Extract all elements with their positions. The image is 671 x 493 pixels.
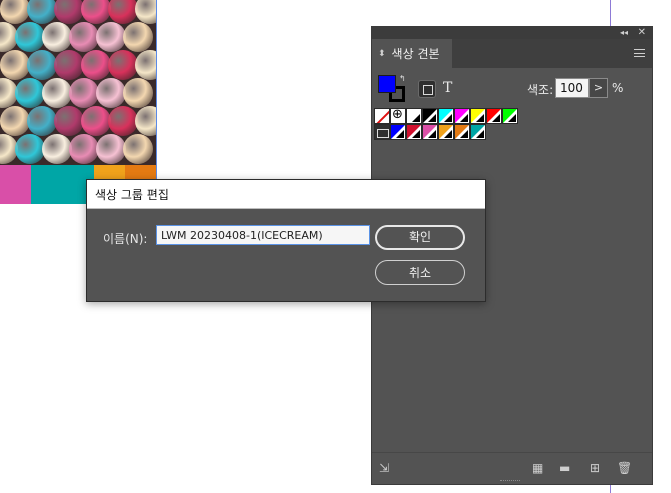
icecream-scoop [42, 78, 72, 108]
swatch-row [374, 108, 518, 124]
tint-label: 색조: [527, 83, 554, 97]
icecream-scoop [15, 22, 45, 52]
icecream-scoop [108, 50, 138, 80]
dark-orange-swatch[interactable] [454, 124, 470, 140]
yellow-swatch[interactable] [470, 108, 486, 124]
crimson-swatch[interactable] [406, 124, 422, 140]
icecream-scoop [0, 106, 30, 136]
icecream-scoop [27, 50, 57, 80]
icecream-scoop [27, 106, 57, 136]
icecream-scoop [135, 106, 156, 136]
red-swatch[interactable] [486, 108, 502, 124]
tab-swatches[interactable]: ⬍ 색상 견본 [372, 39, 452, 68]
tint-unit: % [612, 81, 624, 95]
teal-swatch[interactable] [470, 124, 486, 140]
swap-fill-stroke-icon[interactable]: ↰ [399, 75, 406, 83]
tab-label: 색상 견본 [391, 47, 440, 61]
panel-menu-icon[interactable] [634, 49, 645, 57]
color-stripe [0, 165, 32, 204]
icecream-scoop [0, 0, 30, 24]
paper-swatch[interactable] [406, 108, 422, 124]
dialog-title: 색상 그룹 편집 [95, 187, 169, 202]
icecream-scoop [69, 134, 99, 164]
cyan-swatch[interactable] [438, 108, 454, 124]
panel-footer: ⇲ ▦ ▬ ⊞ 🗑 [372, 452, 652, 484]
swatch-view-icon[interactable]: ▦ [532, 462, 543, 474]
icecream-scoop [27, 0, 57, 24]
icecream-scoop [54, 50, 84, 80]
icecream-scoop [96, 78, 126, 108]
fill-box[interactable] [378, 75, 396, 93]
swatch-row [374, 124, 518, 140]
close-icon[interactable]: ✕ [638, 27, 646, 38]
pink-swatch[interactable] [422, 124, 438, 140]
color-group-folder[interactable] [374, 124, 390, 140]
frame-edge-guide [156, 0, 157, 204]
icecream-scoop [135, 0, 156, 24]
collapse-panel-icon[interactable]: ◂◂ [620, 28, 628, 38]
new-color-group-folder-icon[interactable]: ▬ [559, 462, 570, 474]
fill-stroke-widget[interactable]: ↰ [378, 75, 412, 103]
icecream-scoop [42, 22, 72, 52]
tab-expand-icon[interactable]: ⬍ [378, 49, 386, 59]
swatch-toolbar: ↰ T 색조: > % [372, 68, 654, 106]
swatch-list [374, 108, 518, 140]
name-label: 이름(N): [103, 232, 148, 246]
name-field[interactable] [156, 225, 370, 245]
icecream-scoop [69, 78, 99, 108]
green-swatch[interactable] [502, 108, 518, 124]
registration-swatch[interactable] [390, 108, 406, 124]
panel-header-strip: ◂◂ ✕ [372, 27, 652, 39]
icecream-scoop [123, 78, 153, 108]
place-swatch-icon[interactable]: ⇲ [379, 462, 389, 474]
icecream-scoop [69, 22, 99, 52]
blue-swatch[interactable] [390, 124, 406, 140]
orange-swatch[interactable] [438, 124, 454, 140]
icecream-scoop [15, 78, 45, 108]
edit-color-group-dialog: 색상 그룹 편집 이름(N): 확인 취소 [86, 179, 486, 302]
panel-tabbar: ⬍ 색상 견본 [372, 39, 652, 68]
icecream-scoop [123, 22, 153, 52]
icecream-scoop [42, 134, 72, 164]
formatting-text-button[interactable]: T [443, 80, 452, 96]
dialog-titlebar: 색상 그룹 편집 [87, 180, 485, 209]
tint-input[interactable] [555, 78, 589, 98]
icecream-scoop [96, 22, 126, 52]
none-swatch[interactable] [374, 108, 390, 124]
black-swatch[interactable] [422, 108, 438, 124]
icecream-scoop [108, 106, 138, 136]
icecream-scoop [54, 106, 84, 136]
new-swatch-icon[interactable]: ⊞ [590, 462, 600, 474]
magenta-swatch[interactable] [454, 108, 470, 124]
icecream-scoop [81, 0, 111, 24]
icecream-scoop [54, 0, 84, 24]
delete-swatch-icon[interactable]: 🗑 [617, 462, 632, 474]
color-stripe [31, 165, 63, 204]
resize-grip[interactable] [500, 480, 520, 483]
icecream-scoop [96, 134, 126, 164]
icecream-scoop [15, 134, 45, 164]
formatting-container-button[interactable] [418, 80, 436, 98]
icecream-scoop [81, 50, 111, 80]
ok-button[interactable]: 확인 [375, 225, 465, 250]
icecream-scoop [135, 50, 156, 80]
icecream-scoop [108, 0, 138, 24]
tint-slider-button[interactable]: > [589, 78, 608, 98]
icecream-scoop [0, 50, 30, 80]
cancel-button[interactable]: 취소 [375, 260, 465, 285]
icecream-scoop [123, 134, 153, 164]
icecream-scoop [81, 106, 111, 136]
icecream-photo [0, 0, 156, 165]
